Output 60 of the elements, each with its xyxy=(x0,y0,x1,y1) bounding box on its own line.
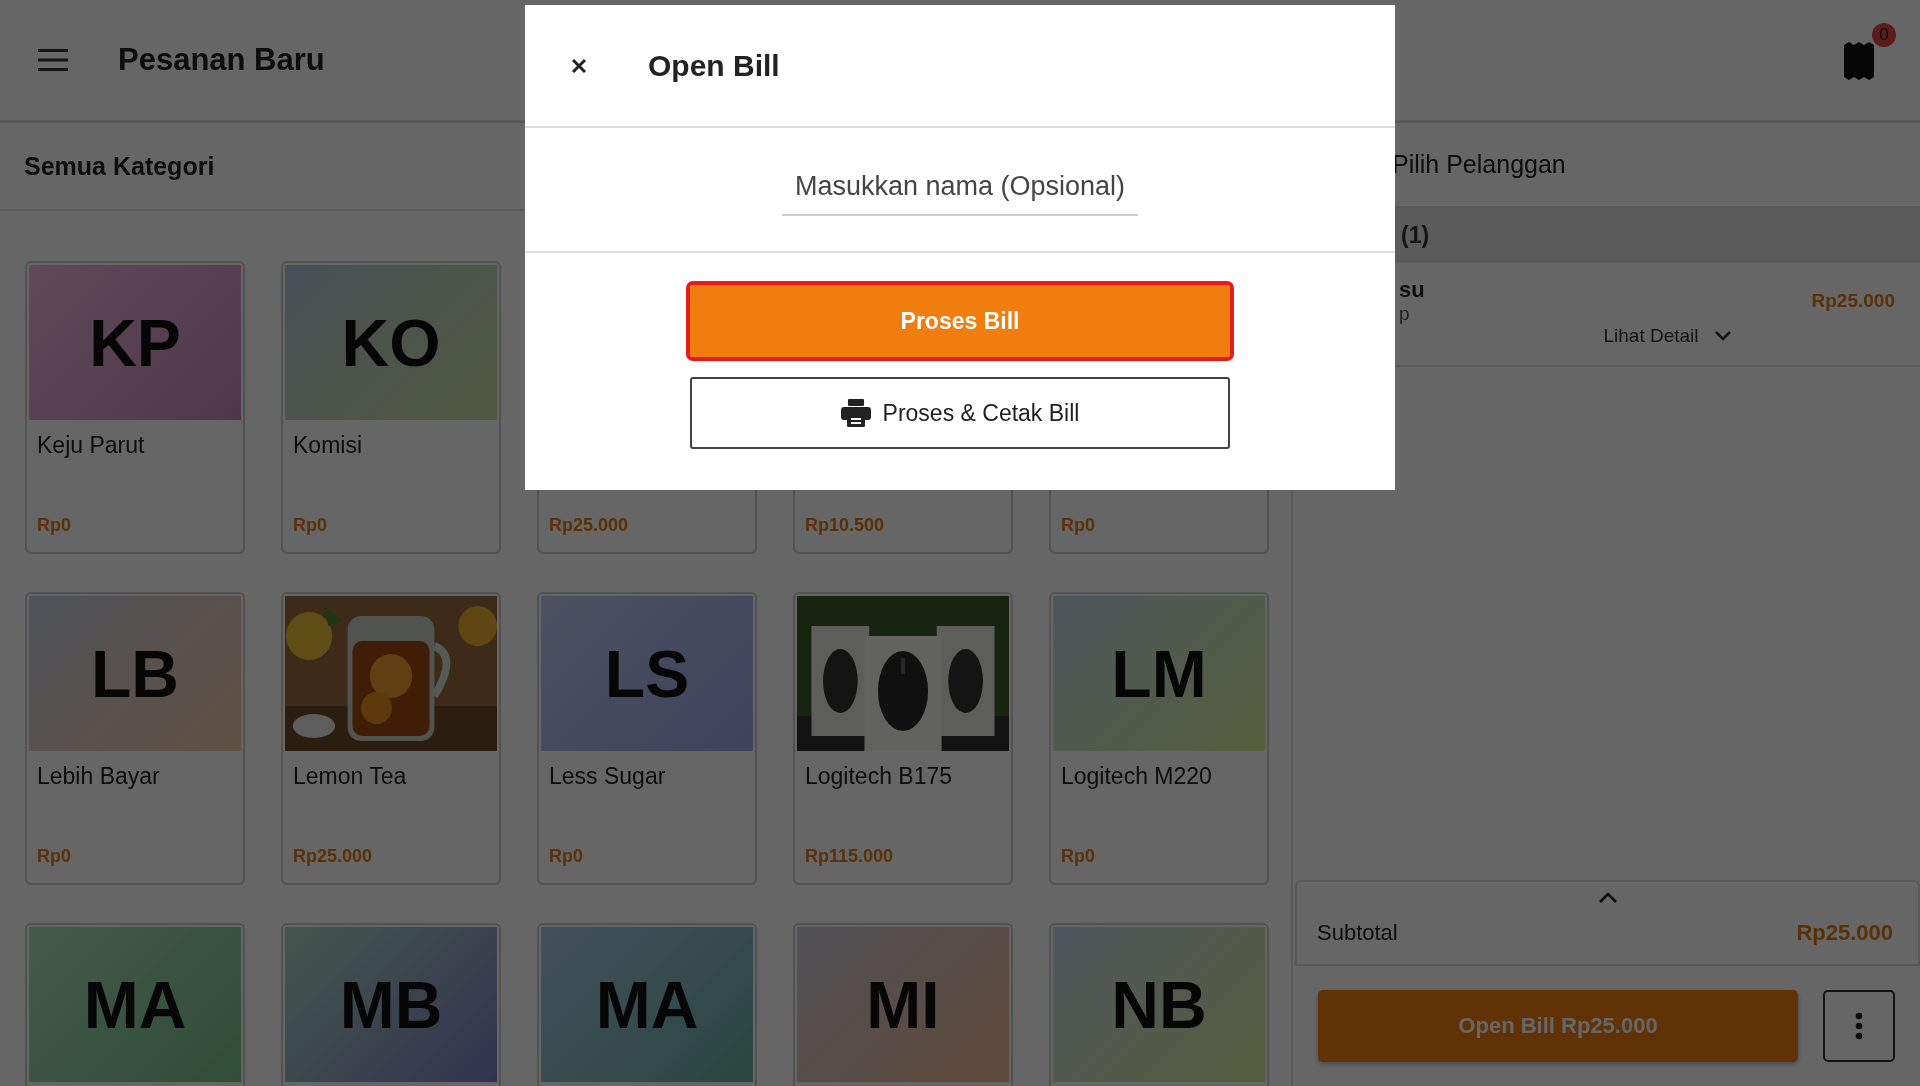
chevron-up-icon[interactable] xyxy=(1598,892,1617,903)
product-card[interactable]: NB xyxy=(1049,923,1269,1086)
printer-icon xyxy=(840,399,871,427)
product-name: Logitech B175 xyxy=(805,763,953,789)
product-price: Rp0 xyxy=(37,515,71,535)
open-bill-button[interactable]: Open Bill Rp25.000 xyxy=(1318,990,1798,1062)
order-item-price: Rp25.000 xyxy=(1811,290,1895,312)
product-card[interactable]: KO Komisi Rp0 xyxy=(281,261,501,554)
product-price: Rp0 xyxy=(1061,846,1095,866)
close-icon xyxy=(571,57,587,74)
product-card[interactable]: MI xyxy=(793,923,1013,1086)
order-item-note: p xyxy=(1399,303,1411,325)
product-name: Lemon Tea xyxy=(293,763,407,789)
product-price: Rp10.500 xyxy=(805,515,885,535)
process-print-button[interactable]: Proses & Cetak Bill xyxy=(690,377,1230,449)
subtotal-value: Rp25.000 xyxy=(1796,920,1893,946)
dialog-title: Open Bill xyxy=(648,48,780,83)
product-card[interactable]: LS Less Sugar Rp0 xyxy=(537,592,757,885)
product-initials: MI xyxy=(866,966,940,1043)
order-group-label: (1) xyxy=(1401,222,1430,249)
category-label[interactable]: Semua Kategori xyxy=(24,151,215,181)
receipt-icon[interactable] xyxy=(1842,41,1876,81)
product-initials: NB xyxy=(1111,966,1207,1043)
product-price: Rp25.000 xyxy=(549,515,629,535)
menu-icon[interactable] xyxy=(38,49,68,71)
product-initials: MB xyxy=(339,966,443,1043)
product-initials: KO xyxy=(341,304,441,381)
chevron-down-icon xyxy=(1714,331,1731,341)
product-card[interactable]: KP Keju Parut Rp0 xyxy=(25,261,245,554)
product-price: Rp25.000 xyxy=(293,846,373,866)
more-icon xyxy=(1855,1012,1863,1040)
product-price: Rp115.000 xyxy=(805,846,894,866)
product-card[interactable]: Logitech B175 Rp115.000 xyxy=(793,592,1013,885)
product-price: Rp0 xyxy=(549,846,583,866)
product-initials: MA xyxy=(595,966,699,1043)
product-name: Less Sugar xyxy=(549,763,666,789)
product-initials: KP xyxy=(89,304,181,381)
product-card[interactable]: Lemon Tea Rp25.000 xyxy=(281,592,501,885)
product-initials: LM xyxy=(1111,635,1207,712)
product-card[interactable]: MB xyxy=(281,923,501,1086)
order-item-name: su xyxy=(1399,277,1426,303)
product-initials: MA xyxy=(83,966,187,1043)
product-price: Rp0 xyxy=(1061,515,1095,535)
subtotal-label: Subtotal xyxy=(1317,920,1398,946)
product-name: Komisi xyxy=(293,432,362,458)
product-name: Keju Parut xyxy=(37,432,145,458)
product-initials: LB xyxy=(91,635,179,712)
product-card[interactable]: LB Lebih Bayar Rp0 xyxy=(25,592,245,885)
product-price: Rp0 xyxy=(293,515,327,535)
product-card[interactable]: LM Logitech M220 Rp0 xyxy=(1049,592,1269,885)
product-price: Rp0 xyxy=(37,846,71,866)
product-card[interactable]: MA xyxy=(537,923,757,1086)
more-button[interactable] xyxy=(1823,990,1895,1062)
product-name: Lebih Bayar xyxy=(37,763,160,789)
product-card[interactable]: MA xyxy=(25,923,245,1086)
product-name: Logitech M220 xyxy=(1061,763,1212,789)
product-initials: LS xyxy=(604,635,690,712)
page-title: Pesanan Baru xyxy=(118,42,325,78)
detail-toggle[interactable]: Lihat Detail xyxy=(1603,325,1731,347)
cart-count-badge: 0 xyxy=(1872,23,1896,47)
